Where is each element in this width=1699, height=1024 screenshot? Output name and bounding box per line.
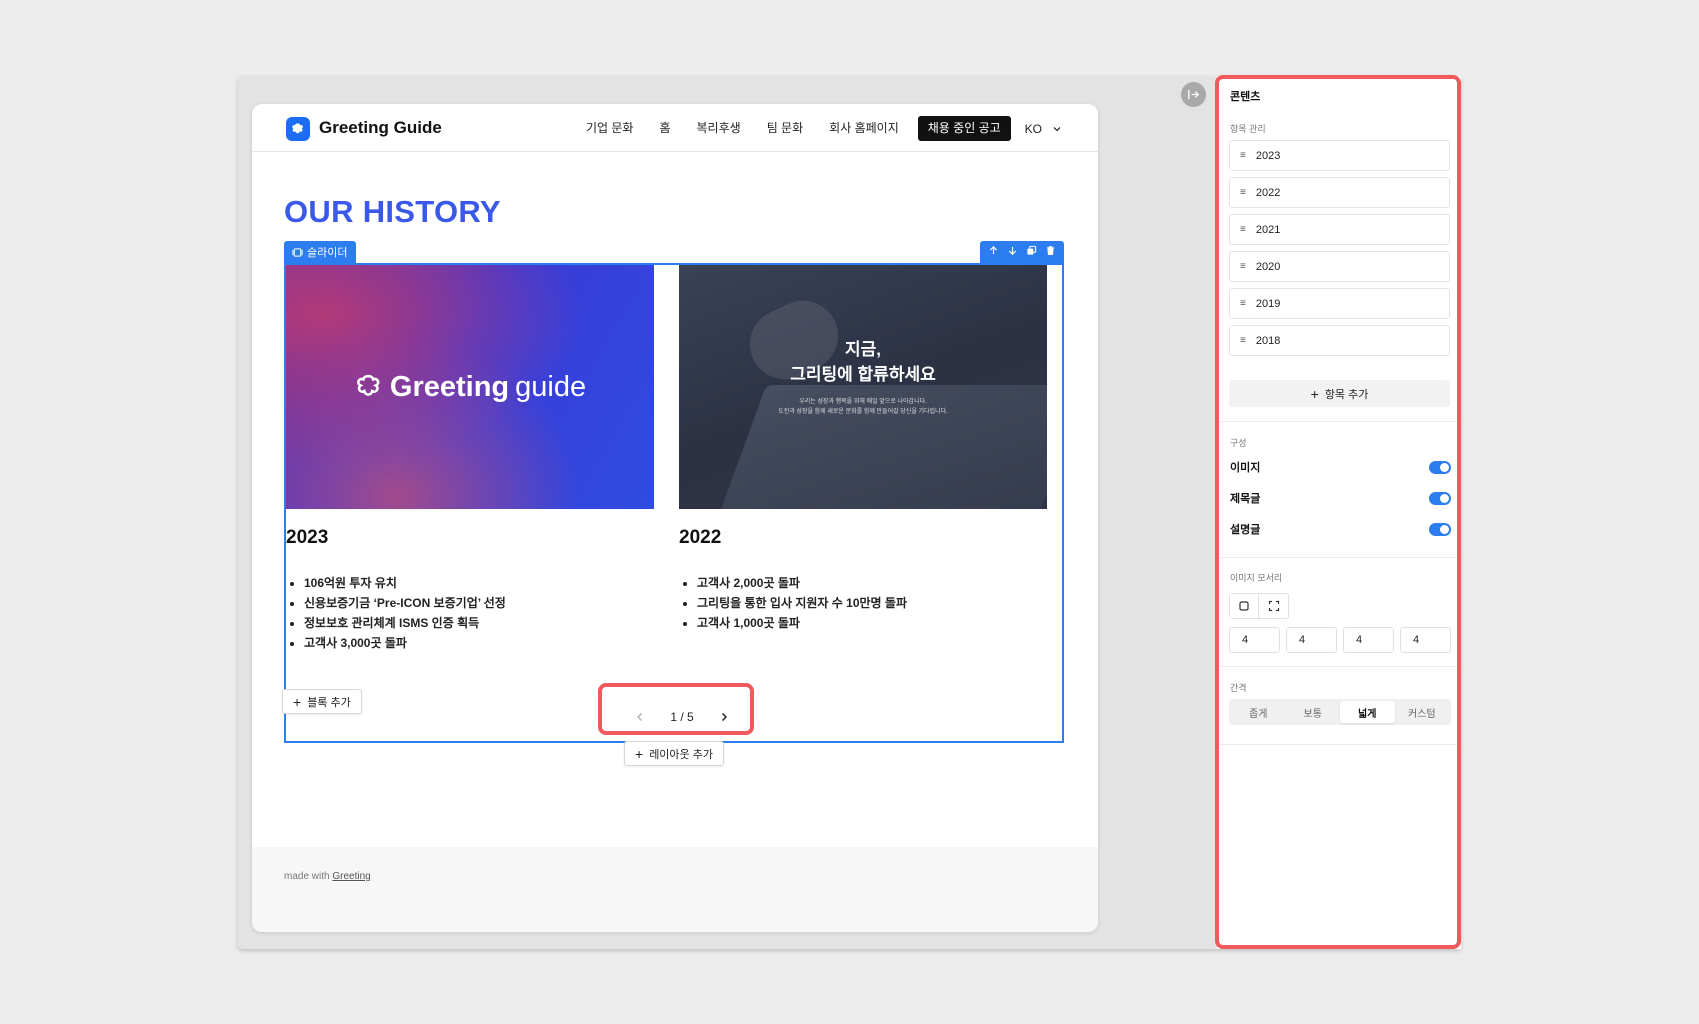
nav-item-benefits[interactable]: 복리후생 xyxy=(684,116,754,141)
slide-year: 2022 xyxy=(679,527,722,548)
list-item: 신용보증기금 ‘Pre-ICON 보증기업’ 선정 xyxy=(304,593,654,613)
image-heading: 지금, 그리팅에 합류하세요 xyxy=(790,337,935,387)
slide-description-list: 고객사 2,000곳 돌파 그리팅을 통한 입사 지원자 수 10만명 돌파 고… xyxy=(679,573,1047,633)
plus-icon: + xyxy=(635,745,644,762)
add-block-label: 블록 추가 xyxy=(307,696,351,709)
list-item: 정보보호 관리체계 ISMS 인증 획득 xyxy=(304,613,654,633)
nav-item-company-site[interactable]: 회사 홈페이지 xyxy=(816,116,912,141)
open-positions-button[interactable]: 채용 중인 공고 xyxy=(917,116,1011,141)
add-layout-button[interactable]: + 레이아웃 추가 xyxy=(624,741,724,766)
panel-highlight xyxy=(1215,75,1461,949)
image-heading-line-1: 지금, xyxy=(844,340,881,359)
slide-card: 지금, 그리팅에 합류하세요 우리는 성장과 행복을 위해 매일 앞으로 나아갑… xyxy=(679,265,1047,633)
page-title: OUR HISTORY xyxy=(284,194,501,229)
collapse-panel-button[interactable] xyxy=(1181,82,1206,107)
list-item: 고객사 1,000곳 돌파 xyxy=(697,613,1047,633)
brand-word-2: guide xyxy=(515,370,587,403)
greeting-guide-brand: Greeting guide xyxy=(354,371,586,404)
duplicate-icon[interactable] xyxy=(1024,241,1040,263)
site-logo-text[interactable]: Greeting Guide xyxy=(319,118,442,138)
block-toolbar xyxy=(980,241,1064,263)
footer-credit: made with Greeting xyxy=(284,871,371,882)
site-navbar: Greeting Guide 기업 문화 홈 복리후생 팀 문화 회사 홈페이지… xyxy=(252,104,1098,152)
image-subtext: 우리는 성장과 행복을 위해 매일 앞으로 나아갑니다. 도전과 성장을 함께 … xyxy=(778,397,948,417)
image-sub-line-1: 우리는 성장과 행복을 위해 매일 앞으로 나아갑니다. xyxy=(799,399,927,405)
nav-item-home[interactable]: 홈 xyxy=(646,116,683,141)
footer-prefix: made with xyxy=(284,871,330,882)
page-preview: Greeting Guide 기업 문화 홈 복리후생 팀 문화 회사 홈페이지… xyxy=(252,104,1098,932)
add-layout-label: 레이아웃 추가 xyxy=(649,748,713,761)
nav-item-team-culture[interactable]: 팀 문화 xyxy=(754,116,816,141)
nav-menu: 기업 문화 홈 복리후생 팀 문화 회사 홈페이지 채용 중인 공고 KO xyxy=(573,116,1062,141)
list-item: 106억원 투자 유치 xyxy=(304,573,654,593)
language-label: KO xyxy=(1024,121,1042,136)
slider-icon xyxy=(292,247,303,257)
move-up-icon[interactable] xyxy=(986,241,1002,263)
site-footer: made with Greeting xyxy=(252,847,1098,932)
greeting-logo-icon xyxy=(356,374,380,396)
image-heading-line-2: 그리팅에 합류하세요 xyxy=(790,365,936,384)
slide-card: Greeting guide 2023 106억원 투자 유치 신용보증기금 ‘… xyxy=(286,265,654,653)
slider-block-tag[interactable]: 슬라이더 xyxy=(284,241,357,263)
panel-collapse-icon xyxy=(1188,89,1200,100)
slider-tag-label: 슬라이더 xyxy=(307,247,348,259)
brand-word-1: Greeting xyxy=(389,370,510,403)
pagination-highlight xyxy=(598,683,754,735)
list-item: 고객사 2,000곳 돌파 xyxy=(697,573,1047,593)
slide-year: 2023 xyxy=(286,527,329,548)
slide-description-list: 106억원 투자 유치 신용보증기금 ‘Pre-ICON 보증기업’ 선정 정보… xyxy=(286,573,654,653)
list-item: 그리팅을 통한 입사 지원자 수 10만명 돌파 xyxy=(697,593,1047,613)
trash-icon[interactable] xyxy=(1043,241,1059,263)
chevron-down-icon xyxy=(1053,126,1061,131)
slide-image: Greeting guide xyxy=(286,265,654,509)
image-sub-line-2: 도전과 성장을 함께 새로운 문화를 함께 만들어갈 당신을 기다립니다. xyxy=(778,409,948,415)
nav-item-culture[interactable]: 기업 문화 xyxy=(573,116,647,141)
plus-icon: + xyxy=(293,693,302,710)
list-item: 고객사 3,000곳 돌파 xyxy=(304,633,654,653)
slide-image: 지금, 그리팅에 합류하세요 우리는 성장과 행복을 위해 매일 앞으로 나아갑… xyxy=(679,265,1047,509)
footer-greeting-link[interactable]: Greeting xyxy=(332,871,370,882)
add-block-button[interactable]: + 블록 추가 xyxy=(282,689,362,714)
language-select[interactable]: KO xyxy=(1017,122,1062,136)
greeting-logo-icon xyxy=(286,117,310,141)
slider-block[interactable]: Greeting guide 2023 106억원 투자 유치 신용보증기금 ‘… xyxy=(284,263,1064,743)
move-down-icon[interactable] xyxy=(1005,241,1021,263)
